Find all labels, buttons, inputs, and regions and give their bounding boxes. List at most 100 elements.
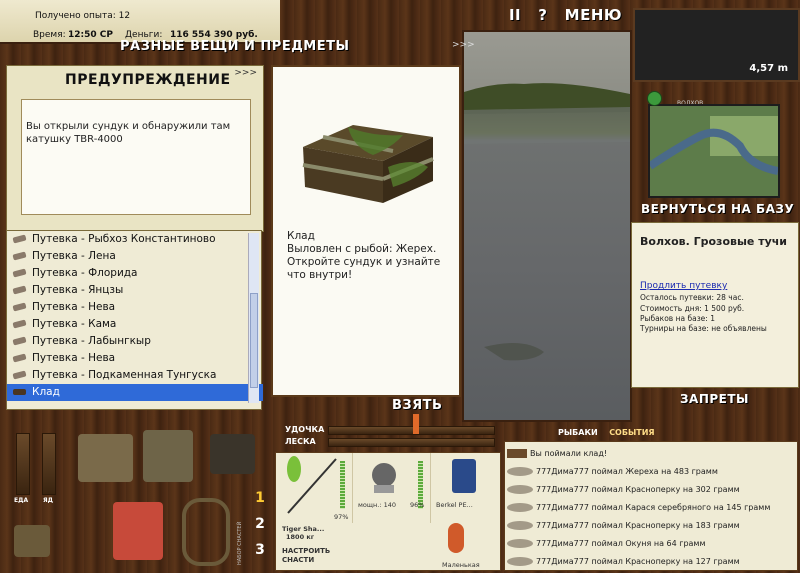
time-value: 12:50 СР xyxy=(68,30,113,40)
list-item[interactable]: Путевка - Лабынгкыр xyxy=(7,333,261,350)
fish-icon xyxy=(507,485,533,494)
tab-events[interactable]: СОБЫТИЯ xyxy=(609,428,654,437)
rod-tension-gauge xyxy=(328,426,495,435)
ticket-icon xyxy=(12,370,27,380)
warning-title: ПРЕДУПРЕЖДЕНИЕ xyxy=(65,72,231,88)
items-list[interactable]: Путевка - Рыбхоз Константиново Путевка -… xyxy=(6,230,263,410)
fishing-scene[interactable] xyxy=(462,30,632,422)
tab-anglers[interactable]: РЫБАКИ xyxy=(558,428,598,437)
ticket-icon xyxy=(12,319,27,329)
fish-icon xyxy=(507,539,533,548)
depth-value: 4,57 m xyxy=(749,63,788,74)
top-menu: II ? МЕНЮ xyxy=(509,6,622,24)
poison-label: ЯД xyxy=(43,497,53,504)
rod-line-labels: УДОЧКА ЛЕСКА xyxy=(285,425,324,449)
log-row: 777Дима777 поймал Карася серебряного на … xyxy=(507,499,770,516)
fish-icon xyxy=(507,467,533,476)
backpack-icon[interactable] xyxy=(143,430,193,482)
list-item[interactable]: Путевка - Лена xyxy=(7,248,261,265)
pause-button[interactable]: II xyxy=(509,6,521,24)
tune-tackle-button[interactable]: НАСТРОИТЬ СНАСТИ xyxy=(282,547,330,565)
list-item[interactable]: Путевка - Нева xyxy=(7,299,261,316)
chest-icon xyxy=(13,389,26,395)
lure-icon[interactable] xyxy=(448,523,464,553)
location-name: Волхов. Грозовые тучи xyxy=(640,235,788,248)
take-button[interactable]: ВЗЯТЬ xyxy=(392,398,442,413)
list-item[interactable]: Путевка - Флорида xyxy=(7,265,261,282)
pin-icon xyxy=(647,91,662,106)
warning-dialog: ПРЕДУПРЕЖДЕНИЕ >>> Вы открыли сундук и о… xyxy=(6,65,264,232)
bans-button[interactable]: ЗАПРЕТЫ xyxy=(680,392,749,406)
list-item[interactable]: Путевка - Подкаменная Тунгуска xyxy=(7,367,261,384)
location-map[interactable] xyxy=(647,104,780,198)
help-button[interactable]: ? xyxy=(538,6,547,24)
rod-condition-bar xyxy=(340,461,345,509)
reel-slot[interactable]: мощн.: 140 96% xyxy=(354,453,431,523)
items-panel-arrows[interactable]: >>> xyxy=(452,40,475,50)
ticket-remaining: Осталось путевки: 28 час. xyxy=(640,293,744,302)
item-detail: Клад Выловлен с рыбой: Жерех. Откройте с… xyxy=(271,65,461,397)
slot-2[interactable]: 2 xyxy=(250,516,270,542)
slot-caption: НАБОР СНАСТЕЙ xyxy=(237,521,243,565)
gear-panel: 97% мощн.: 140 96% Berkel PE... Tiger Sh… xyxy=(275,452,501,571)
item-name: Клад xyxy=(287,230,315,242)
time-label: Время: xyxy=(33,30,66,40)
ticket-icon xyxy=(12,353,27,363)
depth-indicator: 4,57 m xyxy=(633,8,800,82)
poison-bar xyxy=(42,433,56,495)
player-stats-panel: Получено опыта: 12 Время: 12:50 СР Деньг… xyxy=(0,0,280,44)
items-panel-title: РАЗНЫЕ ВЕЩИ И ПРЕДМЕТЫ xyxy=(120,39,350,54)
log-tabs: РЫБАКИ СОБЫТИЯ xyxy=(558,425,663,438)
ticket-icon xyxy=(12,251,27,261)
list-item[interactable]: Путевка - Нева xyxy=(7,350,261,367)
scrollbar-thumb[interactable] xyxy=(250,293,258,388)
bag-icon[interactable] xyxy=(14,525,50,557)
list-item-selected[interactable]: Клад xyxy=(7,384,263,401)
line-slot[interactable]: Berkel PE... xyxy=(432,453,500,523)
rod-label: УДОЧКА xyxy=(285,425,325,434)
map-image-icon xyxy=(647,106,779,196)
rod-slot[interactable]: 97% xyxy=(276,453,353,523)
line-spool-icon xyxy=(452,459,476,493)
food-icon[interactable] xyxy=(113,502,163,560)
events-log: Вы поймали клад! 777Дима777 поймал Жерех… xyxy=(504,441,798,571)
keepnet-icon[interactable] xyxy=(182,498,230,566)
list-item[interactable]: Путевка - Рыбхоз Константиново xyxy=(7,231,261,248)
rod-weight: 1800 кг xyxy=(286,533,315,541)
menu-button[interactable]: МЕНЮ xyxy=(565,6,622,24)
tension-marker-icon xyxy=(413,414,419,434)
tackle-set-selector: 1 2 3 xyxy=(250,490,270,568)
slot-1[interactable]: 1 xyxy=(250,490,270,516)
rod-percent: 97% xyxy=(334,513,349,521)
fish-icon xyxy=(507,557,533,566)
experience-label: Получено опыта: 12 xyxy=(35,11,131,21)
list-item[interactable]: Путевка - Кама xyxy=(7,316,261,333)
tackle-box-icon[interactable] xyxy=(78,434,133,482)
anglers-count: Рыбаков на базе: 1 xyxy=(640,314,715,323)
ticket-icon xyxy=(12,234,27,244)
item-description: Клад Выловлен с рыбой: Жерех. Откройте с… xyxy=(287,230,453,282)
log-row: Вы поймали клад! xyxy=(507,445,607,462)
warning-message: Вы открыли сундук и обнаружили там катуш… xyxy=(21,99,251,215)
line-tension-gauge xyxy=(328,438,495,447)
item-caught-with: Выловлен с рыбой: Жерех. xyxy=(287,243,437,255)
slot-3[interactable]: 3 xyxy=(250,542,270,568)
rod-icon xyxy=(287,456,337,514)
log-row: 777Дима777 поймал Жереха на 483 грамм xyxy=(507,463,718,480)
ticket-icon xyxy=(12,268,27,278)
location-info: Волхов. Грозовые тучи Продлить путевку О… xyxy=(631,222,799,388)
treasure-chest-icon xyxy=(302,125,434,203)
book-icon[interactable] xyxy=(210,434,255,474)
list-scrollbar[interactable] xyxy=(248,233,259,403)
log-row: 777Дима777 поймал Красноперку на 183 гра… xyxy=(507,517,740,534)
fish-icon xyxy=(507,521,533,530)
extend-ticket-link[interactable]: Продлить путевку xyxy=(640,281,727,291)
list-item[interactable]: Путевка - Янцзы xyxy=(7,282,261,299)
ticket-icon xyxy=(12,302,27,312)
rod-name: Tiger Sha... xyxy=(282,525,325,533)
return-to-base-button[interactable]: ВЕРНУТЬСЯ НА БАЗУ xyxy=(641,202,794,216)
warning-arrows[interactable]: >>> xyxy=(234,68,257,78)
log-row: 777Дима777 поймал Красноперку на 302 гра… xyxy=(507,481,740,498)
ticket-icon xyxy=(12,336,27,346)
line-label: ЛЕСКА xyxy=(285,437,316,446)
